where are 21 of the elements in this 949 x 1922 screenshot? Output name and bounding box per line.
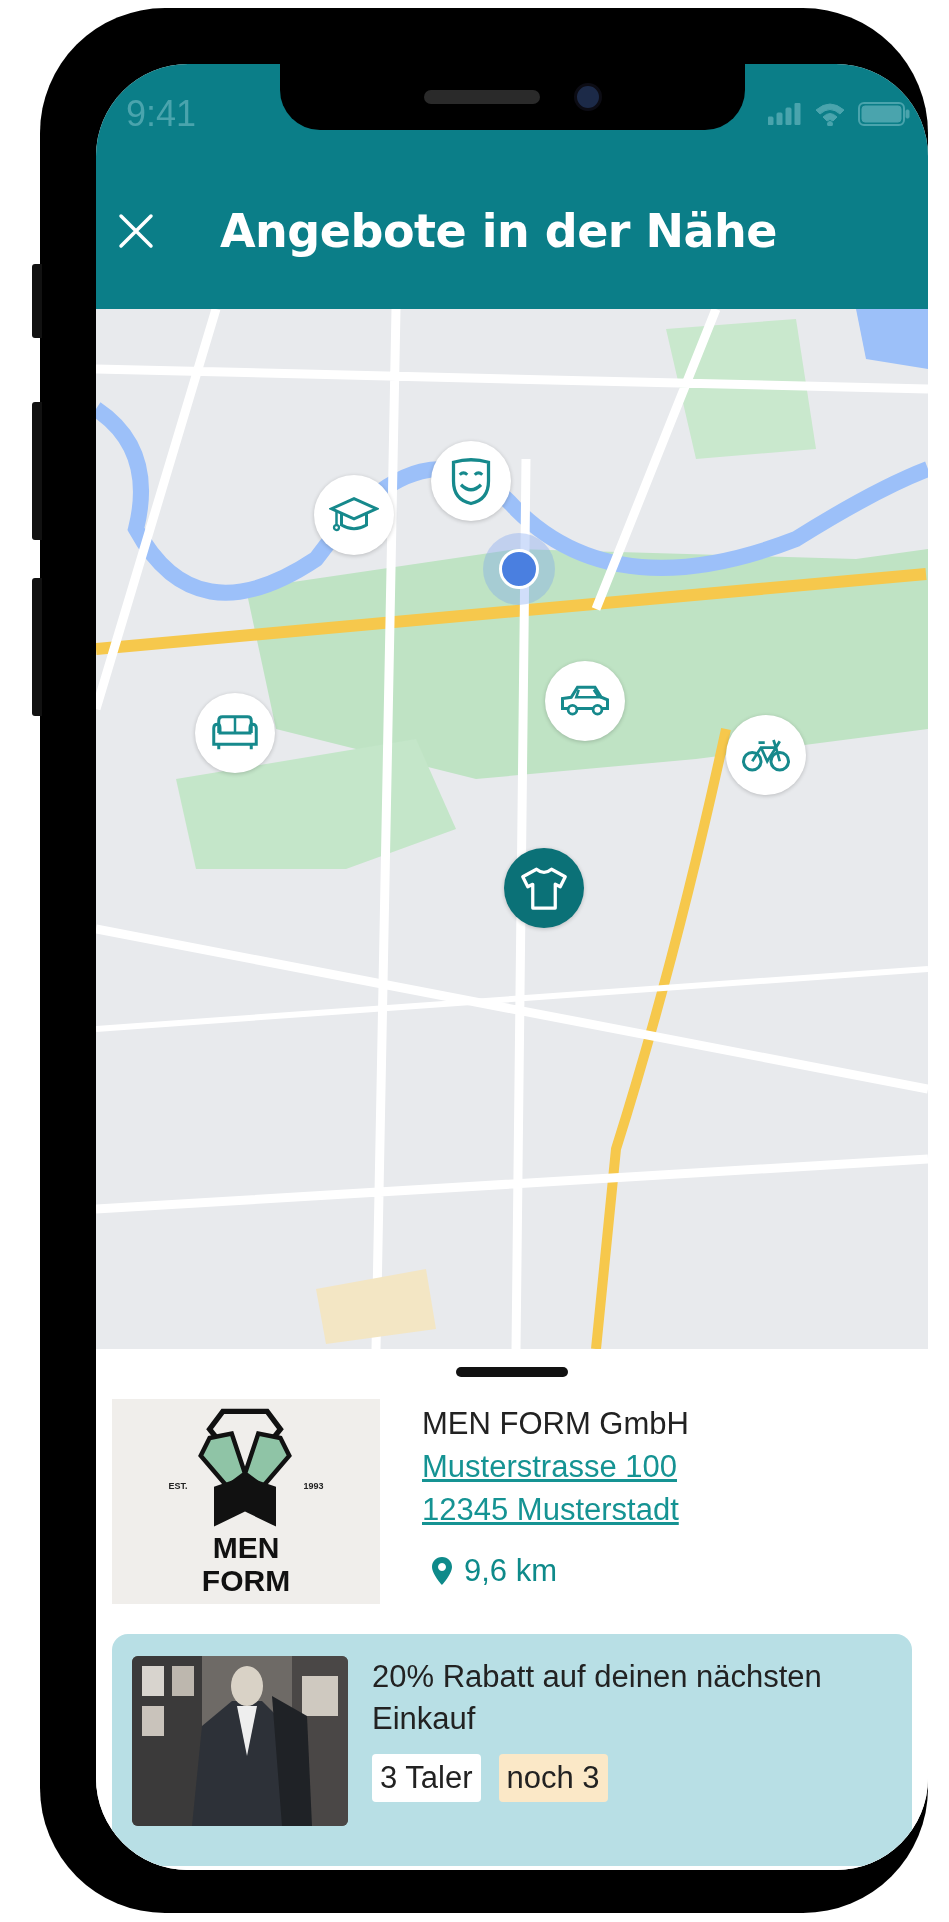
wifi-icon (814, 102, 846, 126)
signal-icon (768, 103, 802, 125)
logo-year: 1993 (303, 1480, 324, 1493)
shop-name: MEN FORM GmbH (422, 1405, 689, 1443)
distance: 9,6 km (464, 1553, 558, 1589)
drag-handle[interactable] (456, 1367, 568, 1377)
remaining-tag: noch 3 (498, 1754, 608, 1802)
screen-title: Angebote in der Nähe (220, 203, 778, 258)
logo-wordmark: MEN (212, 1530, 280, 1564)
offer-card[interactable]: 20% Rabatt auf deinen nächsten Einkauf 3 Taler noch 3 (112, 1634, 912, 1866)
address-link[interactable]: 12345 Musterstadt (422, 1488, 689, 1531)
location-pin-icon (432, 1557, 452, 1585)
price-tag: 3 Taler (372, 1754, 481, 1802)
offer-title: 20% Rabatt auf deinen nächsten Einkauf (372, 1658, 823, 1738)
status-time: 9:41 (126, 93, 197, 135)
logo-est: EST. (168, 1480, 188, 1493)
close-icon[interactable] (118, 212, 154, 249)
battery-icon (858, 102, 910, 126)
camera-lens (573, 83, 602, 111)
logo-wordmark: FORM (201, 1563, 291, 1597)
address-link[interactable]: Musterstrasse 100 (422, 1445, 689, 1488)
